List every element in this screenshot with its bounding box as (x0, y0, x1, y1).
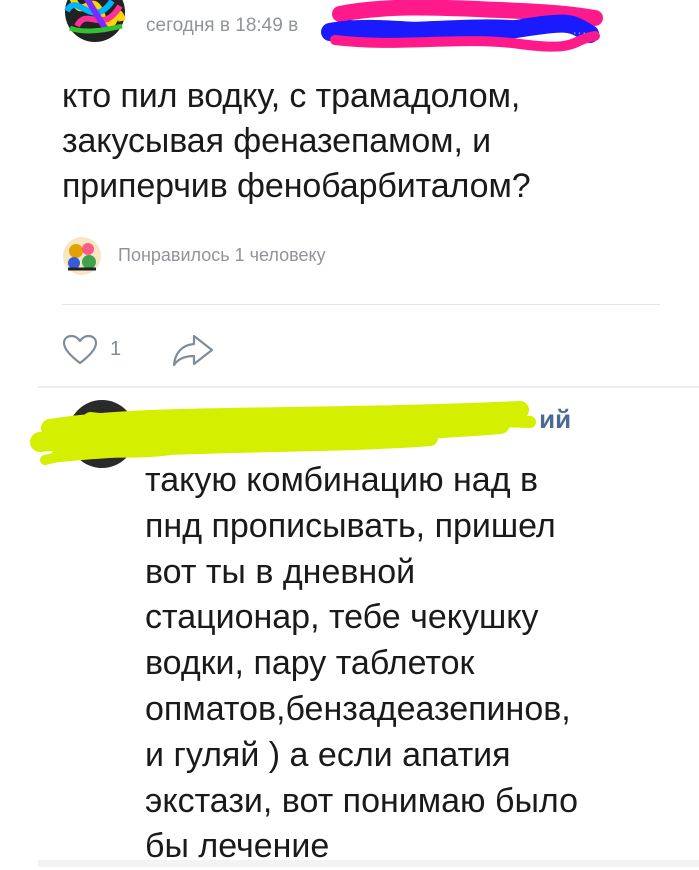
comment-text: такую комбинацию над в пнд прописывать, … (145, 461, 579, 866)
heart-outline-icon (62, 334, 98, 365)
liker-avatar (63, 237, 101, 275)
author-avatar[interactable] (62, 0, 128, 46)
share-arrow-icon[interactable] (170, 332, 216, 368)
comment-author-visible: ий (539, 404, 572, 434)
bottom-divider (38, 860, 699, 867)
redaction-scribble: … (321, 0, 603, 52)
like-count: 1 (110, 338, 122, 360)
post-text: кто пил водку, с трамадолом, закусывая ф… (62, 77, 531, 205)
divider (62, 304, 660, 305)
post-date-tail: … (572, 21, 587, 38)
post-date[interactable]: сегодня в 18:49 в (146, 15, 298, 37)
like-button[interactable]: 1 (62, 330, 152, 370)
post-header: сегодня в 18:49 в … (0, 0, 699, 60)
section-divider (38, 386, 699, 388)
likes-text[interactable]: Понравилось 1 человеку (118, 245, 326, 266)
